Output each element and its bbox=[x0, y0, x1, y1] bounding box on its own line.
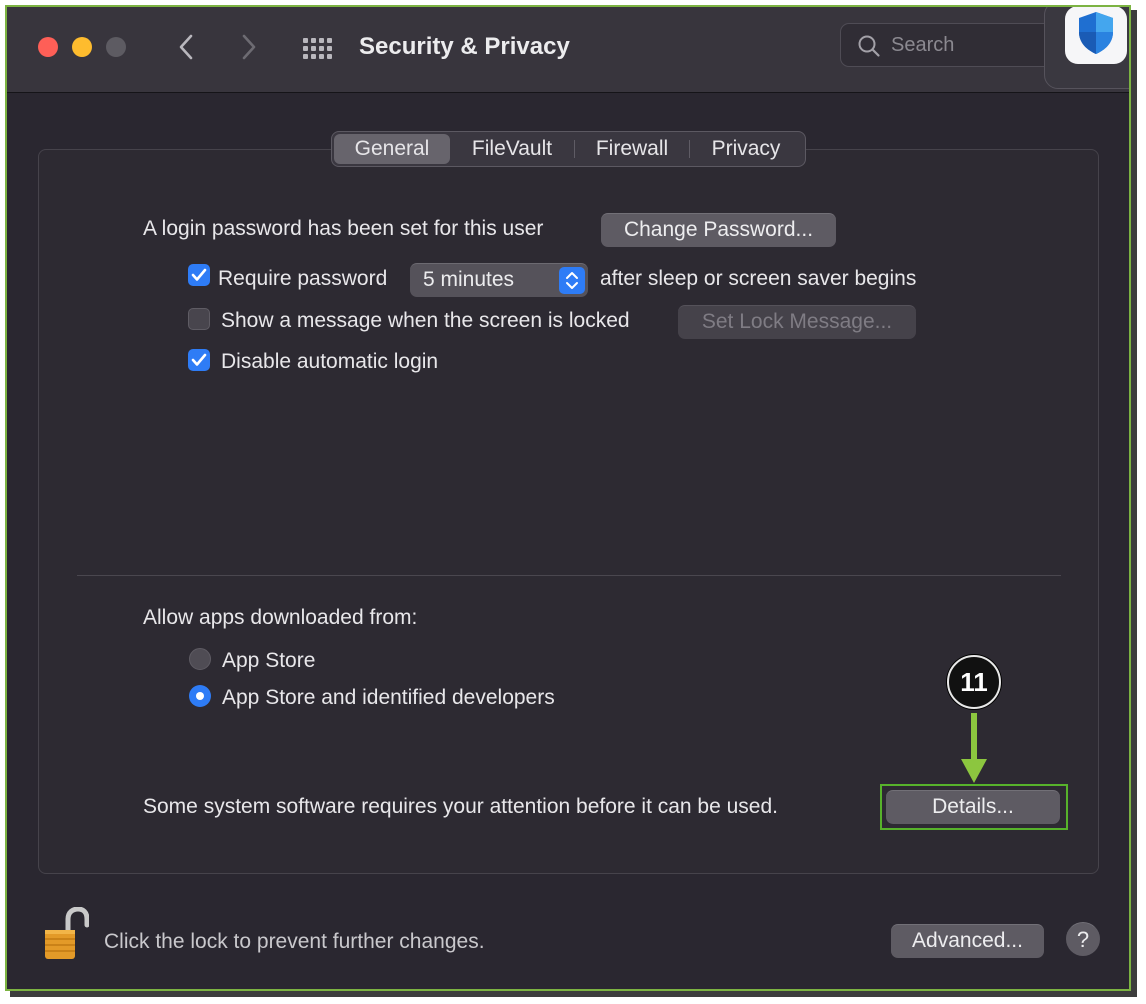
search-placeholder: Search bbox=[891, 34, 955, 56]
window-shadow-right bbox=[1131, 10, 1137, 996]
tab-filevault[interactable]: FileVault bbox=[450, 134, 574, 164]
lock-button[interactable] bbox=[41, 906, 90, 963]
forward-chevron-icon bbox=[242, 34, 256, 60]
system-software-attention-text: Some system software requires your atten… bbox=[143, 795, 778, 818]
require-password-label: Require password bbox=[218, 267, 388, 290]
up-down-chevron-icon bbox=[566, 272, 578, 289]
advanced-button[interactable]: Advanced... bbox=[891, 924, 1044, 958]
pointer-arrow-shaft bbox=[971, 713, 977, 763]
section-divider bbox=[77, 575, 1061, 576]
title-bar: Security & Privacy Search bbox=[7, 7, 1129, 93]
security-privacy-window: Security & Privacy Search General FileVa… bbox=[5, 5, 1131, 991]
window-title: Security & Privacy bbox=[359, 33, 570, 60]
require-password-checkbox[interactable] bbox=[188, 264, 210, 286]
general-panel bbox=[38, 149, 1099, 874]
unlocked-padlock-icon bbox=[45, 906, 90, 959]
radio-app-store[interactable] bbox=[189, 648, 211, 670]
defender-app-icon bbox=[1065, 7, 1127, 64]
defender-app-tile[interactable] bbox=[1044, 7, 1129, 89]
set-lock-message-button[interactable]: Set Lock Message... bbox=[678, 305, 916, 339]
pointer-arrow-head bbox=[961, 759, 987, 783]
change-password-button[interactable]: Change Password... bbox=[601, 213, 836, 247]
popup-stepper bbox=[559, 267, 585, 294]
defender-shield-icon bbox=[1079, 12, 1113, 54]
show-message-checkbox[interactable] bbox=[188, 308, 210, 330]
window-shadow-bottom bbox=[10, 991, 1137, 997]
back-button[interactable] bbox=[171, 31, 201, 63]
details-highlight-box bbox=[880, 784, 1068, 830]
login-password-text: A login password has been set for this u… bbox=[143, 217, 544, 240]
minimize-window-button[interactable] bbox=[72, 37, 92, 57]
zoom-window-button[interactable] bbox=[106, 37, 126, 57]
back-chevron-icon bbox=[179, 34, 193, 60]
show-message-label: Show a message when the screen is locked bbox=[221, 309, 630, 332]
tab-privacy[interactable]: Privacy bbox=[690, 134, 802, 164]
checkmark-icon bbox=[191, 268, 207, 281]
tab-bar: General FileVault Firewall Privacy bbox=[331, 131, 806, 167]
tab-firewall[interactable]: Firewall bbox=[575, 134, 689, 164]
require-password-suffix: after sleep or screen saver begins bbox=[600, 267, 917, 290]
radio-app-store-label: App Store bbox=[222, 649, 316, 672]
disable-automatic-login-label: Disable automatic login bbox=[221, 350, 439, 373]
show-all-grid-icon[interactable] bbox=[303, 35, 333, 61]
tab-general[interactable]: General bbox=[334, 134, 450, 164]
search-icon bbox=[858, 35, 880, 57]
forward-button[interactable] bbox=[234, 31, 264, 63]
allow-apps-label: Allow apps downloaded from: bbox=[143, 606, 418, 629]
help-button[interactable]: ? bbox=[1066, 922, 1100, 956]
lock-status-text: Click the lock to prevent further change… bbox=[104, 930, 485, 953]
radio-app-store-and-identified-developers-label: App Store and identified developers bbox=[222, 686, 555, 709]
radio-app-store-and-identified-developers[interactable] bbox=[189, 685, 211, 707]
close-window-button[interactable] bbox=[38, 37, 58, 57]
step-number-badge: 11 bbox=[947, 655, 1001, 709]
require-password-delay-select[interactable]: 5 minutes bbox=[410, 263, 588, 297]
disable-automatic-login-checkbox[interactable] bbox=[188, 349, 210, 371]
checkmark-icon bbox=[191, 353, 207, 366]
require-password-delay-value: 5 minutes bbox=[423, 268, 515, 291]
